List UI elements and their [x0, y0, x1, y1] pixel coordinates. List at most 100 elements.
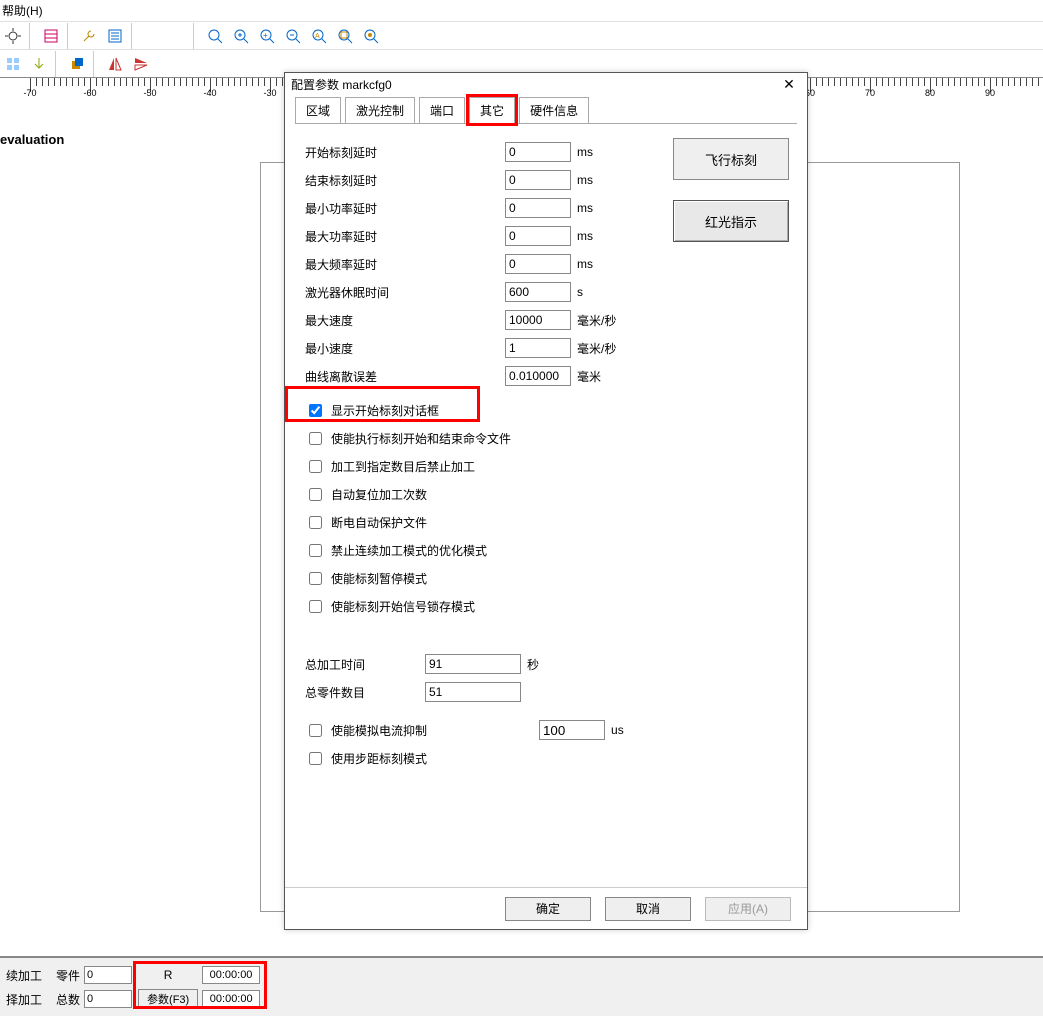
sel-label: 择加工 — [6, 991, 42, 1008]
step-mode-label: 使用步距标刻模式 — [331, 750, 427, 767]
min_speed-input[interactable] — [505, 338, 571, 358]
evaluation-label: evaluation — [0, 132, 64, 147]
cancel-button[interactable]: 取消 — [605, 897, 691, 921]
min_power-label: 最小功率延时 — [305, 200, 505, 217]
part-label: 零件 — [56, 967, 80, 984]
show_start-label: 显示开始标刻对话框 — [331, 402, 439, 419]
show_start-check[interactable] — [309, 404, 322, 417]
start_delay-unit: ms — [577, 145, 593, 159]
time2: 00:00:00 — [202, 990, 260, 1008]
zoom-plus-icon[interactable]: + — [254, 23, 280, 49]
tab-4[interactable]: 硬件信息 — [519, 97, 589, 123]
enable_cmd-check[interactable] — [309, 432, 322, 445]
end_delay-input[interactable] — [505, 170, 571, 190]
fly-mark-button[interactable]: 飞行标刻 — [673, 138, 789, 180]
menu-help[interactable]: 帮助(H) — [2, 4, 43, 18]
laser_sleep-unit: s — [577, 285, 583, 299]
ruler-tick: -40 — [203, 88, 216, 98]
zoom-icon[interactable] — [202, 23, 228, 49]
red-light-button[interactable]: 红光指示 — [673, 200, 789, 242]
min_power-unit: ms — [577, 201, 593, 215]
start_delay-label: 开始标刻延时 — [305, 144, 505, 161]
total-label: 总数 — [56, 991, 80, 1008]
list-icon[interactable] — [102, 23, 128, 49]
tabs: 区域激光控制端口其它硬件信息 — [285, 95, 807, 123]
flip-v-icon[interactable] — [128, 51, 154, 77]
apply-button[interactable]: 应用(A) — [705, 897, 791, 921]
no_opt-check[interactable] — [309, 544, 322, 557]
grid-icon[interactable] — [0, 51, 26, 77]
sim-current-unit: us — [611, 723, 624, 737]
min_power-input[interactable] — [505, 198, 571, 218]
svg-text:+: + — [263, 31, 268, 40]
total-time-input[interactable] — [425, 654, 521, 674]
curve_err-unit: 毫米 — [577, 368, 601, 385]
max_freq-unit: ms — [577, 257, 593, 271]
latch_mode-check[interactable] — [309, 600, 322, 613]
sim-current-label: 使能模拟电流抑制 — [331, 722, 427, 739]
zoom-out-icon[interactable] — [280, 23, 306, 49]
curve_err-input[interactable] — [505, 366, 571, 386]
auto_reset-check[interactable] — [309, 488, 322, 501]
ruler-tick: 90 — [985, 88, 995, 98]
total-parts-input[interactable] — [425, 682, 521, 702]
no_opt-label: 禁止连续加工模式的优化模式 — [331, 542, 487, 559]
ruler-tick: -50 — [143, 88, 156, 98]
layers-icon[interactable] — [64, 51, 90, 77]
hatch-icon[interactable] — [38, 23, 64, 49]
sun-icon[interactable] — [0, 23, 26, 49]
zoom-q-icon[interactable] — [332, 23, 358, 49]
total-input[interactable] — [84, 990, 132, 1008]
arrow-down-icon[interactable] — [26, 51, 52, 77]
tab-2[interactable]: 端口 — [419, 97, 465, 123]
laser_sleep-label: 激光器休眠时间 — [305, 284, 505, 301]
latch_mode-label: 使能标刻开始信号锁存模式 — [331, 598, 475, 615]
ruler-tick: 70 — [865, 88, 875, 98]
pause_mode-check[interactable] — [309, 572, 322, 585]
sim-current-input[interactable] — [539, 720, 605, 740]
tab-1[interactable]: 激光控制 — [345, 97, 415, 123]
max_power-input[interactable] — [505, 226, 571, 246]
part-input[interactable] — [84, 966, 132, 984]
min_speed-unit: 毫米/秒 — [577, 340, 616, 357]
ok-button[interactable]: 确定 — [505, 897, 591, 921]
toolbar-row-1: + A — [0, 21, 1043, 49]
zoom-a-icon[interactable]: A — [306, 23, 332, 49]
r-label: R — [138, 968, 198, 982]
laser_sleep-input[interactable] — [505, 282, 571, 302]
power_protect-label: 断电自动保护文件 — [331, 514, 427, 531]
min_speed-label: 最小速度 — [305, 340, 505, 357]
ruler-tick: -60 — [83, 88, 96, 98]
cont-label: 续加工 — [6, 967, 42, 984]
total-parts-label: 总零件数目 — [305, 684, 425, 701]
zoom-target-icon[interactable] — [358, 23, 384, 49]
auto_reset-label: 自动复位加工次数 — [331, 486, 427, 503]
step-mode-check[interactable] — [309, 752, 322, 765]
max_power-unit: ms — [577, 229, 593, 243]
tab-0[interactable]: 区域 — [295, 97, 341, 123]
power_protect-check[interactable] — [309, 516, 322, 529]
tools-icon[interactable] — [76, 23, 102, 49]
sim-current-check[interactable] — [309, 724, 322, 737]
max_power-label: 最大功率延时 — [305, 228, 505, 245]
config-dialog: 配置参数 markcfg0 ✕ 区域激光控制端口其它硬件信息 飞行标刻 红光指示… — [284, 72, 808, 930]
tab-3[interactable]: 其它 — [469, 97, 515, 123]
stop_count-label: 加工到指定数目后禁止加工 — [331, 458, 475, 475]
curve_err-label: 曲线离散误差 — [305, 368, 505, 385]
zoom-in-icon[interactable] — [228, 23, 254, 49]
flip-h-icon[interactable] — [102, 51, 128, 77]
param-button[interactable]: 参数(F3) — [138, 989, 198, 1009]
max_speed-label: 最大速度 — [305, 312, 505, 329]
start_delay-input[interactable] — [505, 142, 571, 162]
pause_mode-label: 使能标刻暂停模式 — [331, 570, 427, 587]
max_speed-input[interactable] — [505, 310, 571, 330]
dialog-title: 配置参数 markcfg0 — [291, 76, 777, 93]
total-time-label: 总加工时间 — [305, 656, 425, 673]
max_speed-unit: 毫米/秒 — [577, 312, 616, 329]
time1: 00:00:00 — [202, 966, 260, 984]
stop_count-check[interactable] — [309, 460, 322, 473]
close-icon[interactable]: ✕ — [777, 76, 801, 93]
ruler-tick: 80 — [925, 88, 935, 98]
max_freq-input[interactable] — [505, 254, 571, 274]
enable_cmd-label: 使能执行标刻开始和结束命令文件 — [331, 430, 511, 447]
